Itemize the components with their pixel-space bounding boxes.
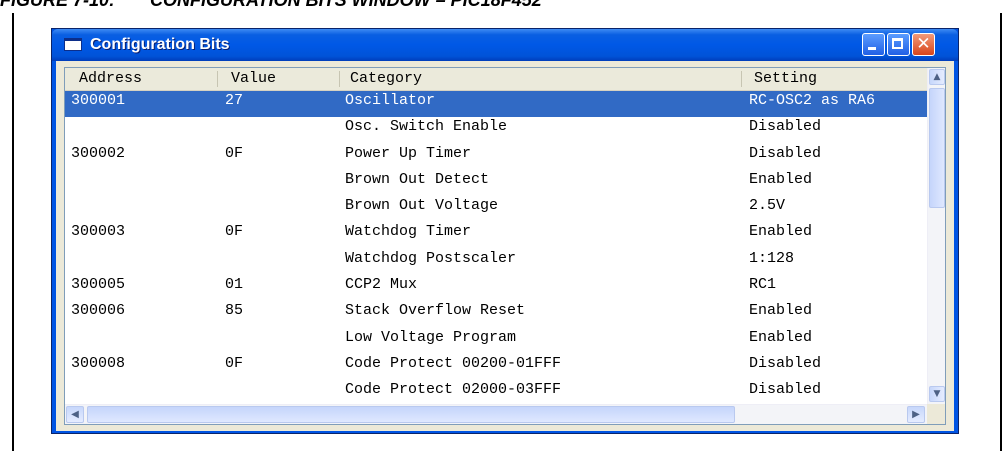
category-cell: Oscillator [345,92,436,109]
chevron-left-icon[interactable]: ◀ [66,406,84,423]
table-body: 300001 27 Oscillator RC-OSC2 as RA6 Osc.… [65,91,927,407]
category-cell: Code Protect 02000-03FFF [345,381,562,399]
horizontal-scrollbar[interactable]: ◀ ▶ [65,404,927,424]
address-cell: 300006 [71,302,126,320]
vertical-scrollbar[interactable]: ▲ ▼ [927,68,945,404]
close-icon: ✕ [916,34,931,54]
table-header: Address Value Category Setting [65,68,927,91]
setting-cell[interactable]: 1:128 [749,249,794,269]
chevron-right-icon[interactable]: ▶ [907,406,925,423]
column-header-address[interactable]: Address [79,68,142,90]
category-cell: Osc. Switch Enable [345,118,508,136]
setting-cell[interactable]: Disabled [749,380,821,400]
column-header-setting[interactable]: Setting [754,68,817,90]
category-cell: Brown Out Detect [345,170,490,188]
setting-cell[interactable]: RC-OSC2 as RA6 [749,91,875,111]
chevron-up-icon[interactable]: ▲ [929,69,945,85]
title-bar[interactable]: Configuration Bits ✕ [52,29,958,61]
window-title: Configuration Bits [90,36,230,53]
setting-cell[interactable]: Enabled [749,301,812,321]
category-cell: Low Voltage Program [345,328,517,346]
window-client-area: Address Value Category Setting 300001 27… [56,61,954,431]
category-cell: Watchdog Timer [345,223,472,241]
config-bits-window: Configuration Bits ✕ Address Value Categ… [51,28,959,434]
column-divider[interactable] [339,71,340,87]
address-cell: 300001 [71,92,126,109]
value-cell: 01 [225,276,244,294]
minimize-button[interactable] [862,33,885,56]
setting-cell[interactable]: RC1 [749,275,776,295]
category-cell: Code Protect 00200-01FFF [345,354,562,372]
table-row[interactable]: 300002 0F Power Up Timer Disabled [65,144,927,170]
table-row[interactable]: 300003 0F Watchdog Timer Enabled [65,222,927,248]
horizontal-scroll-thumb[interactable] [87,406,735,423]
column-header-category[interactable]: Category [350,68,422,90]
figure-caption: FIGURE 7-10: CONFIGURATION BITS WINDOW –… [0,0,542,10]
category-cell: Watchdog Postscaler [345,249,517,267]
chevron-down-icon[interactable]: ▼ [929,386,945,402]
value-cell: 0F [225,354,244,372]
setting-cell[interactable]: Enabled [749,222,812,242]
category-cell: Power Up Timer [345,144,472,162]
column-divider[interactable] [741,71,742,87]
table-row[interactable]: 300005 01 CCP2 Mux RC1 [65,275,927,301]
value-cell: 27 [225,92,244,109]
close-button[interactable]: ✕ [912,33,935,56]
table-row[interactable]: Code Protect 02000-03FFF Disabled [65,380,927,406]
setting-cell[interactable]: 2.5V [749,196,785,216]
table-row[interactable]: Brown Out Voltage 2.5V [65,196,927,222]
table-row[interactable]: Osc. Switch Enable Disabled [65,117,927,143]
value-cell: 0F [225,223,244,241]
config-bits-table: Address Value Category Setting 300001 27… [64,67,946,425]
table-row[interactable]: 300001 27 Oscillator RC-OSC2 as RA6 [65,91,927,118]
setting-cell[interactable]: Disabled [749,117,821,137]
address-cell: 300003 [71,223,126,241]
column-divider[interactable] [217,71,218,87]
scrollbar-corner [927,404,945,424]
category-cell: Brown Out Voltage [345,197,499,215]
maximize-button[interactable] [887,33,910,56]
setting-cell[interactable]: Disabled [749,354,821,374]
setting-cell[interactable]: Disabled [749,144,821,164]
address-cell: 300002 [71,144,126,162]
setting-cell[interactable]: Enabled [749,170,812,190]
table-row[interactable]: 300008 0F Code Protect 00200-01FFF Disab… [65,354,927,380]
address-cell: 300008 [71,354,126,372]
value-cell: 0F [225,144,244,162]
table-row[interactable]: 300006 85 Stack Overflow Reset Enabled [65,301,927,327]
column-header-value[interactable]: Value [231,68,276,90]
window-icon [64,38,82,51]
vertical-scroll-thumb[interactable] [929,88,945,208]
setting-cell[interactable]: Enabled [749,328,812,348]
value-cell: 85 [225,302,244,320]
table-row[interactable]: Low Voltage Program Enabled [65,328,927,354]
category-cell: Stack Overflow Reset [345,302,526,320]
category-cell: CCP2 Mux [345,276,418,294]
table-row[interactable]: Watchdog Postscaler 1:128 [65,249,927,275]
address-cell: 300005 [71,276,126,294]
table-row[interactable]: Brown Out Detect Enabled [65,170,927,196]
